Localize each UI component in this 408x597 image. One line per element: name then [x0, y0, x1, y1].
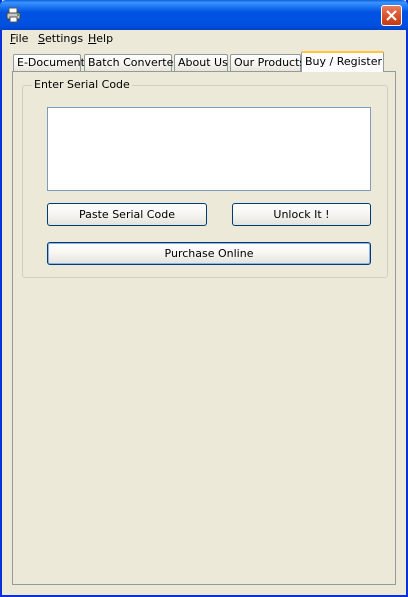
app-window: File Settings Help E-Document Batch Conv… [0, 0, 408, 597]
unlock-button[interactable]: Unlock It ! [232, 203, 371, 226]
menu-file-label: ile [15, 32, 29, 45]
menu-settings[interactable]: Settings [38, 32, 83, 45]
menu-settings-label: ettings [44, 32, 84, 45]
tab-panel-buy-register: Enter Serial Code Paste Serial Code Unlo… [12, 71, 396, 585]
tab-buy-register[interactable]: Buy / Register [301, 51, 384, 72]
tab-e-document[interactable]: E-Document [13, 54, 85, 71]
menu-bar: File Settings Help [2, 30, 406, 48]
paste-serial-code-button[interactable]: Paste Serial Code [47, 203, 207, 226]
menu-settings-mnemonic: S [38, 32, 45, 45]
menu-file[interactable]: File [10, 32, 28, 45]
serial-code-group: Enter Serial Code Paste Serial Code Unlo… [22, 78, 388, 278]
menu-help-label: elp [96, 32, 114, 45]
purchase-online-button[interactable]: Purchase Online [47, 242, 371, 265]
close-icon [386, 10, 397, 21]
tab-batch-converter[interactable]: Batch Converter [84, 54, 178, 71]
menu-help[interactable]: Help [88, 32, 113, 45]
printer-icon[interactable] [6, 7, 22, 23]
close-button[interactable] [381, 5, 402, 26]
serial-code-group-label: Enter Serial Code [32, 78, 132, 91]
tab-strip: E-Document Batch Converter About Us Our … [2, 50, 406, 72]
serial-code-input[interactable] [47, 107, 371, 191]
tab-our-products[interactable]: Our Products [230, 54, 305, 71]
tab-about-us[interactable]: About Us [174, 54, 228, 71]
title-bar[interactable] [0, 0, 408, 30]
